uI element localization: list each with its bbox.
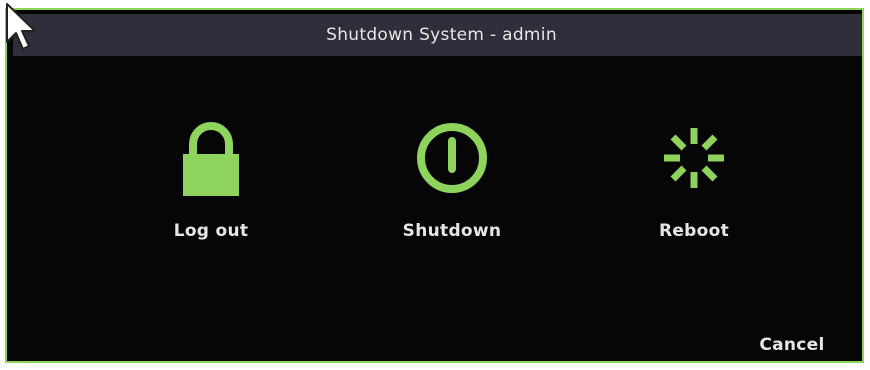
reboot-button[interactable]: Reboot: [594, 118, 794, 268]
logout-button[interactable]: Log out: [111, 118, 311, 268]
power-icon: [417, 123, 487, 193]
dialog-title: Shutdown System - admin: [326, 25, 557, 45]
shutdown-label: Shutdown: [402, 221, 502, 241]
logout-label: Log out: [173, 221, 249, 241]
reboot-label: Reboot: [658, 221, 730, 241]
lock-icon: [183, 122, 239, 196]
shutdown-dialog: Shutdown System - admin Log out Shutdown: [5, 8, 864, 363]
dialog-titlebar: Shutdown System - admin: [13, 14, 862, 56]
cancel-button[interactable]: Cancel: [747, 332, 837, 358]
reboot-icon: [664, 128, 724, 188]
shutdown-button[interactable]: Shutdown: [352, 118, 552, 268]
mouse-pointer-icon: [6, 3, 36, 50]
